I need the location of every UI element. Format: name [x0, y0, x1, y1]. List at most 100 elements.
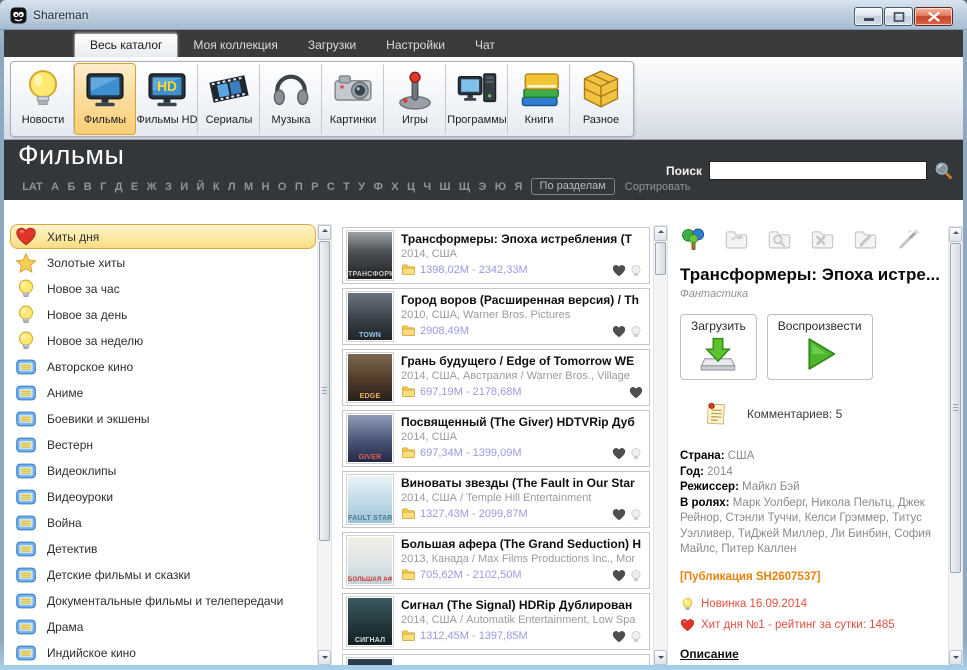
alphabet-letter[interactable]: Ц [403, 179, 419, 195]
movie-row[interactable]: FAULT STARS Виноваты звезды (The Fault i… [342, 471, 650, 528]
alphabet-letter[interactable]: В [80, 179, 96, 195]
alphabet-letter[interactable]: З [161, 179, 176, 195]
tab[interactable]: Настройки [371, 34, 460, 57]
alphabet-letter[interactable]: Р [307, 179, 323, 195]
alphabet-letter[interactable]: А [47, 179, 63, 195]
movie-row[interactable]: TOWN Город воров (Расширенная версия) / … [342, 288, 650, 345]
alphabet-letter[interactable]: Б [63, 179, 79, 195]
search-icon[interactable] [934, 161, 953, 180]
comments-link[interactable]: Комментариев: 5 [702, 400, 942, 427]
title-bar[interactable]: Shareman [0, 0, 967, 30]
tab[interactable]: Весь каталог [74, 33, 179, 57]
alphabet-letter[interactable]: К [209, 179, 224, 195]
details-action-icon[interactable] [723, 226, 750, 253]
sidebar-item[interactable]: Новое за неделю [10, 328, 316, 353]
scroll-up-arrow[interactable] [949, 227, 962, 242]
sidebar-item[interactable]: Хиты дня [10, 224, 316, 249]
sidebar-item[interactable]: Документальные фильмы и телепередачи [10, 588, 316, 613]
movie-row[interactable]: EDGE Грань будущего / Edge of Tomorrow W… [342, 349, 650, 406]
category-button[interactable]: Фильмы HD [136, 63, 198, 135]
sidebar-item[interactable]: Аниме [10, 380, 316, 405]
sidebar-scrollbar[interactable] [317, 224, 332, 665]
category-button[interactable]: Фильмы [74, 63, 136, 135]
tab[interactable]: Моя коллекция [178, 34, 292, 57]
by-sections-button[interactable]: По разделам [530, 178, 615, 195]
sidebar-item[interactable]: Видеоуроки [10, 484, 316, 509]
sidebar-item[interactable]: Боевики и экшены [10, 406, 316, 431]
alphabet-letter[interactable]: Ш [435, 179, 454, 195]
alphabet-letter[interactable]: И [176, 179, 192, 195]
alphabet-letter[interactable]: Л [224, 179, 240, 195]
scrollbar-thumb[interactable] [319, 241, 330, 541]
alphabet-letter[interactable]: Д [111, 179, 127, 195]
sidebar-item[interactable]: Детские фильмы и сказки [10, 562, 316, 587]
alphabet-letter[interactable]: LAT [18, 179, 47, 195]
sidebar-item[interactable]: Авторское кино [10, 354, 316, 379]
details-action-icon[interactable] [766, 226, 793, 253]
sidebar-item[interactable]: Вестерн [10, 432, 316, 457]
alphabet-letter[interactable]: Е [127, 179, 143, 195]
scroll-up-arrow[interactable] [654, 226, 667, 241]
category-button[interactable]: Картинки [322, 63, 384, 135]
close-button[interactable] [914, 7, 953, 26]
category-button[interactable]: Музыка [260, 63, 322, 135]
details-action-icon[interactable] [852, 226, 879, 253]
alphabet-letter[interactable]: Щ [455, 179, 475, 195]
category-button[interactable]: Сериалы [198, 63, 260, 135]
category-button[interactable]: Программы [446, 63, 508, 135]
alphabet-letter[interactable]: Ж [142, 179, 160, 195]
alphabet-letter[interactable]: Ч [419, 179, 435, 195]
category-button[interactable]: Книги [508, 63, 570, 135]
movie-row[interactable] [342, 654, 650, 665]
sidebar-item[interactable]: Война [10, 510, 316, 535]
alphabet-letter[interactable]: Э [474, 179, 490, 195]
scrollbar-thumb[interactable] [655, 242, 666, 275]
sidebar-item[interactable]: Новое за день [10, 302, 316, 327]
scroll-down-arrow[interactable] [949, 650, 962, 665]
category-button[interactable]: Разное [570, 63, 632, 135]
alphabet-letter[interactable]: С [323, 179, 339, 195]
scroll-down-arrow[interactable] [654, 650, 667, 665]
alphabet-letter[interactable]: Х [387, 179, 403, 195]
action-button[interactable]: Воспроизвести [766, 314, 873, 380]
alphabet-letter[interactable]: Ю [491, 179, 511, 195]
details-action-icon[interactable] [895, 226, 922, 253]
category-button[interactable]: Новости [12, 63, 74, 135]
minimize-button[interactable] [854, 7, 883, 26]
movie-row[interactable]: ТРАНСФОРМЕРЫ Трансформеры: Эпоха истребл… [342, 227, 650, 284]
details-action-icon[interactable] [680, 226, 707, 253]
details-scrollbar[interactable] [948, 226, 963, 665]
tab[interactable]: Загрузки [293, 34, 371, 57]
alphabet-letter[interactable]: М [240, 179, 258, 195]
scroll-down-arrow[interactable] [318, 650, 331, 665]
alphabet-letter[interactable]: У [354, 179, 369, 195]
maximize-button[interactable] [884, 7, 913, 26]
alphabet-letter[interactable]: Т [339, 179, 354, 195]
alphabet-letter[interactable]: Н [257, 179, 273, 195]
alphabet-letter[interactable]: Я [510, 179, 526, 195]
category-button[interactable]: Игры [384, 63, 446, 135]
details-action-icon[interactable] [809, 226, 836, 253]
tab[interactable]: Чат [460, 34, 510, 57]
sidebar-item[interactable]: Индийское кино [10, 640, 316, 665]
sidebar-item[interactable]: Новое за час [10, 276, 316, 301]
alphabet-letter[interactable]: О [274, 179, 291, 195]
movie-row[interactable]: GIVER Посвященный (The Giver) HDTVRip Ду… [342, 410, 650, 467]
sidebar-item[interactable]: Драма [10, 614, 316, 639]
sidebar-item[interactable]: Детектив [10, 536, 316, 561]
alphabet-letter[interactable]: Г [96, 179, 111, 195]
action-button[interactable]: Загрузить [680, 314, 757, 380]
sidebar-item[interactable]: Видеоклипы [10, 458, 316, 483]
alphabet-letter[interactable]: Ф [369, 179, 387, 195]
alphabet-letter[interactable]: Й [192, 179, 208, 195]
movie-row[interactable]: БОЛЬШАЯ АФЕРА Большая афера (The Grand S… [342, 532, 650, 589]
scroll-up-arrow[interactable] [318, 225, 331, 240]
movie-poster: БОЛЬШАЯ АФЕРА [348, 537, 392, 584]
movie-row[interactable]: СИГНАЛ Сигнал (The Signal) HDRip Дублиро… [342, 593, 650, 650]
alphabet-letter[interactable]: П [291, 179, 307, 195]
search-input[interactable] [709, 161, 927, 180]
movie-list-scrollbar[interactable] [653, 225, 668, 665]
sort-button[interactable]: Сортировать [621, 179, 695, 195]
sidebar-item[interactable]: Золотые хиты [10, 250, 316, 275]
scrollbar-thumb[interactable] [950, 243, 961, 573]
